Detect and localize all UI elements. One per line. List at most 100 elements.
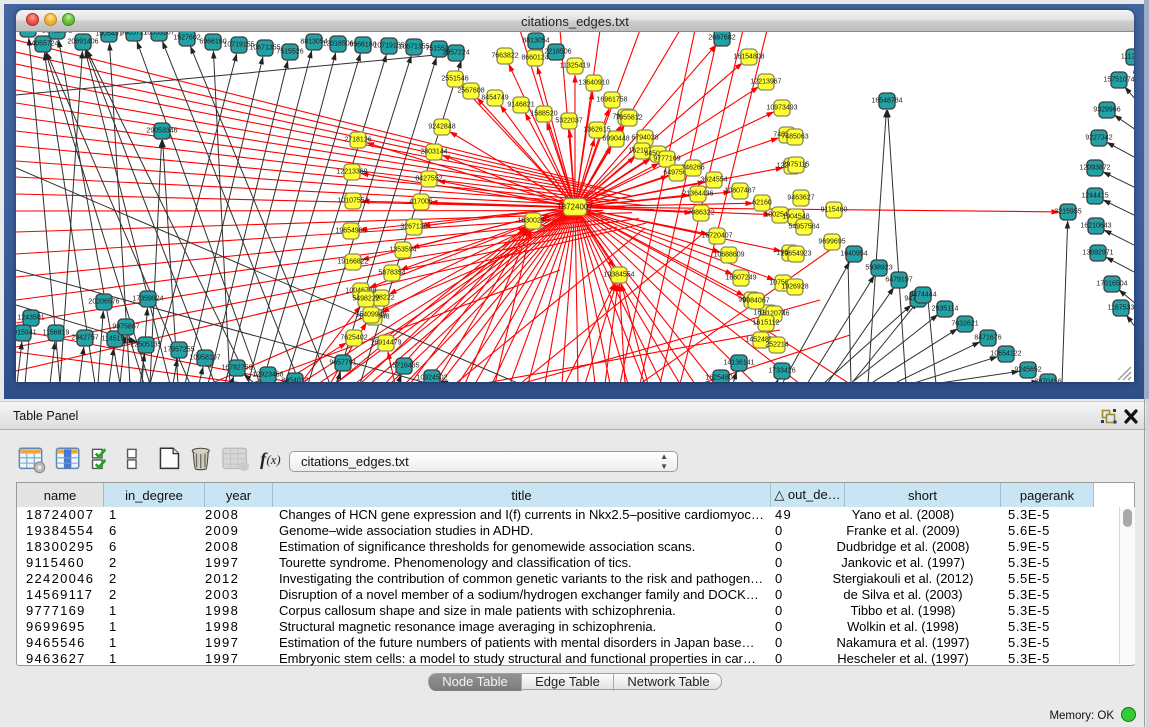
svg-text:1640954: 1640954 bbox=[840, 251, 867, 258]
svg-text:5938923: 5938923 bbox=[865, 265, 892, 272]
svg-text:17016504: 17016504 bbox=[1096, 281, 1127, 288]
svg-text:7515526: 7515526 bbox=[276, 49, 303, 56]
svg-text:1615112: 1615112 bbox=[753, 320, 780, 327]
svg-text:13640910: 13640910 bbox=[578, 80, 609, 87]
svg-text:12213369: 12213369 bbox=[336, 169, 367, 176]
svg-text:10807487: 10807487 bbox=[724, 188, 755, 195]
svg-text:19654985: 19654985 bbox=[335, 228, 366, 235]
svg-text:7663822: 7663822 bbox=[491, 53, 518, 60]
svg-text:10553267: 10553267 bbox=[143, 32, 174, 37]
svg-text:1527602: 1527602 bbox=[173, 35, 200, 42]
svg-text:13692971: 13692971 bbox=[1082, 250, 1113, 257]
svg-text:2803144: 2803144 bbox=[420, 149, 447, 156]
svg-text:2567608: 2567608 bbox=[457, 88, 484, 95]
svg-text:6990448: 6990448 bbox=[602, 136, 629, 143]
svg-text:9463627: 9463627 bbox=[787, 195, 814, 202]
svg-text:16914479: 16914479 bbox=[370, 340, 401, 347]
svg-text:8660124: 8660124 bbox=[521, 55, 548, 62]
svg-text:16154808: 16154808 bbox=[733, 54, 764, 61]
svg-text:9329966: 9329966 bbox=[1093, 107, 1120, 114]
svg-text:2551546: 2551546 bbox=[441, 76, 468, 83]
svg-text:9245652: 9245652 bbox=[1014, 367, 1041, 374]
svg-text:252214: 252214 bbox=[765, 342, 788, 349]
svg-text:9699695: 9699695 bbox=[818, 239, 845, 246]
svg-text:2975115: 2975115 bbox=[783, 162, 810, 169]
svg-text:1145194: 1145194 bbox=[102, 336, 129, 343]
svg-text:19166822: 19166822 bbox=[337, 259, 368, 266]
svg-text:62160: 62160 bbox=[752, 200, 772, 207]
svg-text:20206576: 20206576 bbox=[88, 299, 119, 306]
svg-text:54957584: 54957584 bbox=[788, 224, 819, 231]
svg-text:9227342: 9227342 bbox=[1085, 135, 1112, 142]
svg-text:9975867: 9975867 bbox=[112, 324, 139, 331]
svg-text:29053346: 29053346 bbox=[146, 128, 177, 135]
svg-text:1353594: 1353594 bbox=[389, 247, 416, 254]
svg-text:2687682: 2687682 bbox=[708, 35, 735, 42]
svg-text:1112704: 1112704 bbox=[1121, 54, 1134, 61]
svg-text:14136141: 14136141 bbox=[723, 360, 754, 367]
svg-text:1243501: 1243501 bbox=[17, 315, 44, 322]
svg-text:10688609: 10688609 bbox=[713, 252, 744, 259]
svg-text:10924502: 10924502 bbox=[416, 375, 447, 382]
svg-text:3957224: 3957224 bbox=[442, 50, 469, 57]
svg-text:7632621: 7632621 bbox=[951, 321, 978, 328]
svg-text:1926928: 1926928 bbox=[781, 284, 808, 291]
svg-text:7986322: 7986322 bbox=[687, 210, 714, 217]
svg-text:5322037: 5322037 bbox=[555, 118, 582, 125]
svg-text:15409949: 15409949 bbox=[355, 312, 386, 319]
svg-text:18607249: 18607249 bbox=[725, 275, 756, 282]
svg-text:19654923: 19654923 bbox=[780, 251, 811, 258]
svg-text:8954012: 8954012 bbox=[281, 378, 308, 383]
svg-text:9146821: 9146821 bbox=[507, 102, 534, 109]
svg-text:10973493: 10973493 bbox=[766, 105, 797, 112]
svg-text:12505135: 12505135 bbox=[130, 342, 161, 349]
svg-text:3915941: 3915941 bbox=[16, 330, 37, 337]
svg-text:8454749: 8454749 bbox=[481, 95, 508, 102]
svg-text:6794028: 6794028 bbox=[631, 135, 658, 142]
svg-text:2935114: 2935114 bbox=[932, 306, 959, 313]
svg-text:1156819: 1156819 bbox=[43, 330, 70, 337]
svg-text:7955812: 7955812 bbox=[615, 115, 642, 122]
svg-text:7625402: 7625402 bbox=[340, 335, 367, 342]
svg-text:15751074: 15751074 bbox=[1103, 77, 1134, 84]
svg-text:16782759: 16782759 bbox=[221, 365, 252, 372]
svg-text:417006: 417006 bbox=[409, 199, 432, 206]
svg-text:9084067: 9084067 bbox=[742, 298, 769, 305]
svg-text:16961758: 16961758 bbox=[596, 97, 627, 104]
svg-text:8427552: 8427552 bbox=[415, 176, 442, 183]
svg-text:19384554: 19384554 bbox=[603, 272, 634, 279]
svg-text:1733426: 1733426 bbox=[768, 368, 795, 375]
svg-text:12093872: 12093872 bbox=[1079, 165, 1110, 172]
svg-text:15716485: 15716485 bbox=[388, 363, 419, 370]
svg-text:16254801: 16254801 bbox=[705, 375, 736, 382]
svg-text:5498222: 5498222 bbox=[352, 296, 379, 303]
svg-text:10107554: 10107554 bbox=[337, 198, 368, 205]
svg-text:9474444: 9474444 bbox=[909, 292, 936, 299]
svg-text:1167533: 1167533 bbox=[1108, 305, 1134, 312]
svg-text:16548784: 16548784 bbox=[871, 98, 902, 105]
svg-text:18300295: 18300295 bbox=[517, 218, 548, 225]
svg-text:8813054: 8813054 bbox=[522, 38, 549, 45]
svg-text:17359924: 17359924 bbox=[132, 296, 163, 303]
svg-text:21364436: 21364436 bbox=[682, 191, 713, 198]
svg-text:12923468: 12923468 bbox=[252, 372, 283, 379]
svg-text:5878354: 5878354 bbox=[378, 270, 405, 277]
svg-text:(x): (x) bbox=[267, 453, 281, 467]
svg-text:9242848: 9242848 bbox=[428, 124, 455, 131]
svg-text:16033809: 16033809 bbox=[16, 32, 44, 33]
svg-text:3624554: 3624554 bbox=[700, 177, 727, 184]
svg-text:11325419: 11325419 bbox=[560, 63, 591, 70]
svg-text:12213967: 12213967 bbox=[750, 79, 781, 86]
svg-text:17957255: 17957255 bbox=[163, 347, 194, 354]
svg-text:3215955: 3215955 bbox=[1054, 209, 1081, 216]
svg-text:1905491: 1905491 bbox=[95, 32, 122, 38]
svg-text:10958107: 10958107 bbox=[189, 355, 220, 362]
svg-text:19411502: 19411502 bbox=[42, 32, 73, 35]
svg-text:7485063: 7485063 bbox=[781, 134, 808, 141]
svg-text:8870456: 8870456 bbox=[1034, 379, 1061, 383]
svg-text:16210643: 16210643 bbox=[1080, 223, 1111, 230]
svg-text:14055724: 14055724 bbox=[27, 41, 58, 48]
svg-text:20691406: 20691406 bbox=[67, 39, 98, 46]
svg-text:2718126: 2718126 bbox=[344, 137, 371, 144]
svg-text:3267130: 3267130 bbox=[400, 224, 427, 231]
